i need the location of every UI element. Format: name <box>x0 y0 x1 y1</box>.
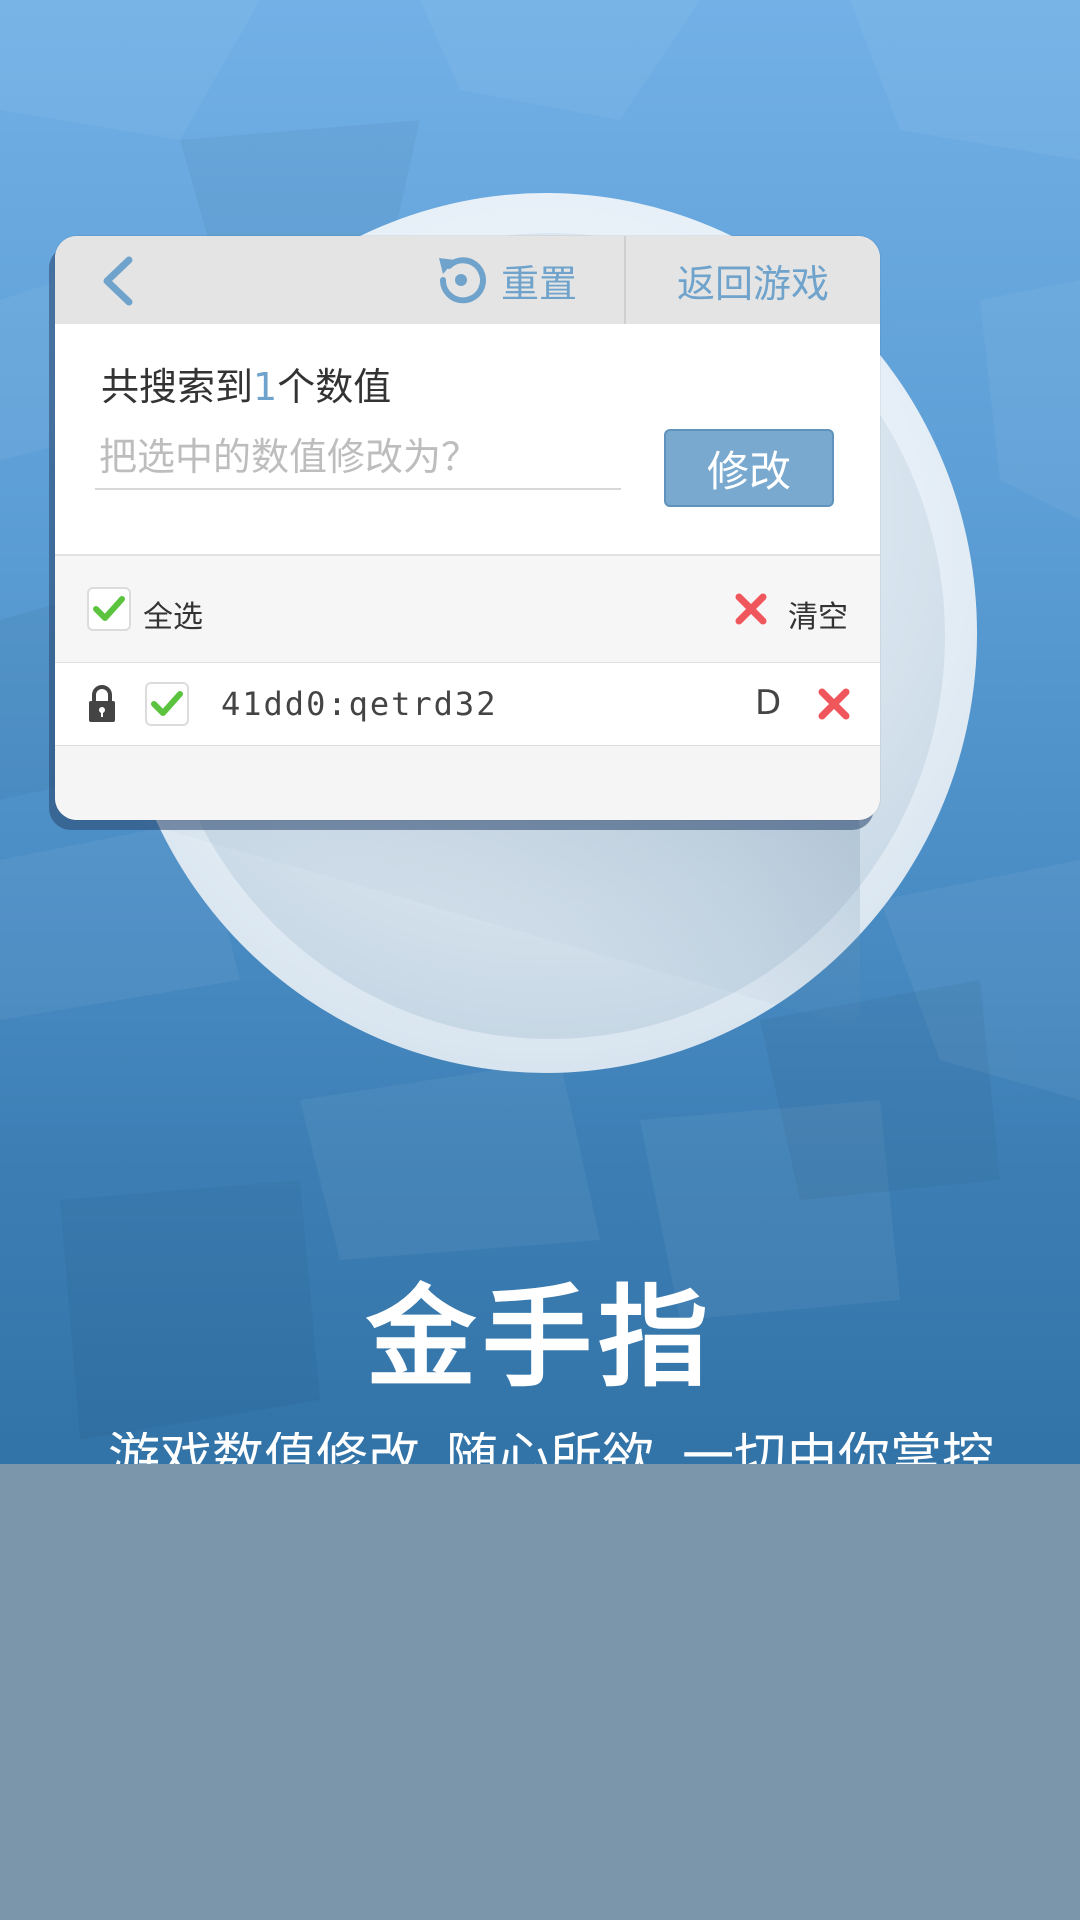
lock-button[interactable] <box>87 685 117 723</box>
summary-suffix: 个数值 <box>277 365 392 409</box>
modifier-panel: 重置 返回游戏 共搜索到1个数值 修改 全选 清空 <box>55 236 880 820</box>
result-row: 41dd0:qetrd32 D <box>55 663 880 745</box>
select-all-row: 全选 清空 <box>55 556 880 662</box>
reset-button[interactable]: 重置 <box>435 252 577 308</box>
summary-prefix: 共搜索到 <box>101 365 254 409</box>
chevron-left-icon <box>103 256 133 306</box>
back-button[interactable] <box>95 256 145 306</box>
check-icon <box>93 596 125 621</box>
value-type[interactable]: D <box>755 683 781 723</box>
clear-label[interactable]: 清空 <box>788 592 848 636</box>
return-game-button[interactable]: 返回游戏 <box>626 236 880 324</box>
new-value-input[interactable] <box>95 426 621 490</box>
close-icon <box>735 593 767 625</box>
select-all-label: 全选 <box>143 600 203 635</box>
reset-icon <box>439 257 486 304</box>
close-icon <box>818 688 850 720</box>
check-icon <box>151 691 183 716</box>
value-address: 41dd0:qetrd32 <box>221 685 498 723</box>
reset-label: 重置 <box>501 261 578 306</box>
app-title: 金手指 <box>366 1274 714 1402</box>
delete-row-button[interactable] <box>815 685 853 723</box>
select-all-checkbox[interactable] <box>87 587 131 631</box>
panel-footer <box>55 746 880 820</box>
modify-button[interactable]: 修改 <box>664 429 834 507</box>
bottom-band <box>0 1464 1080 1920</box>
row-checkbox[interactable] <box>145 682 189 726</box>
result-count: 1 <box>253 365 278 409</box>
clear-button[interactable] <box>731 589 771 629</box>
panel-toolbar: 重置 返回游戏 <box>55 236 880 324</box>
lock-icon <box>89 685 115 722</box>
search-summary: 共搜索到1个数值 <box>101 356 391 411</box>
